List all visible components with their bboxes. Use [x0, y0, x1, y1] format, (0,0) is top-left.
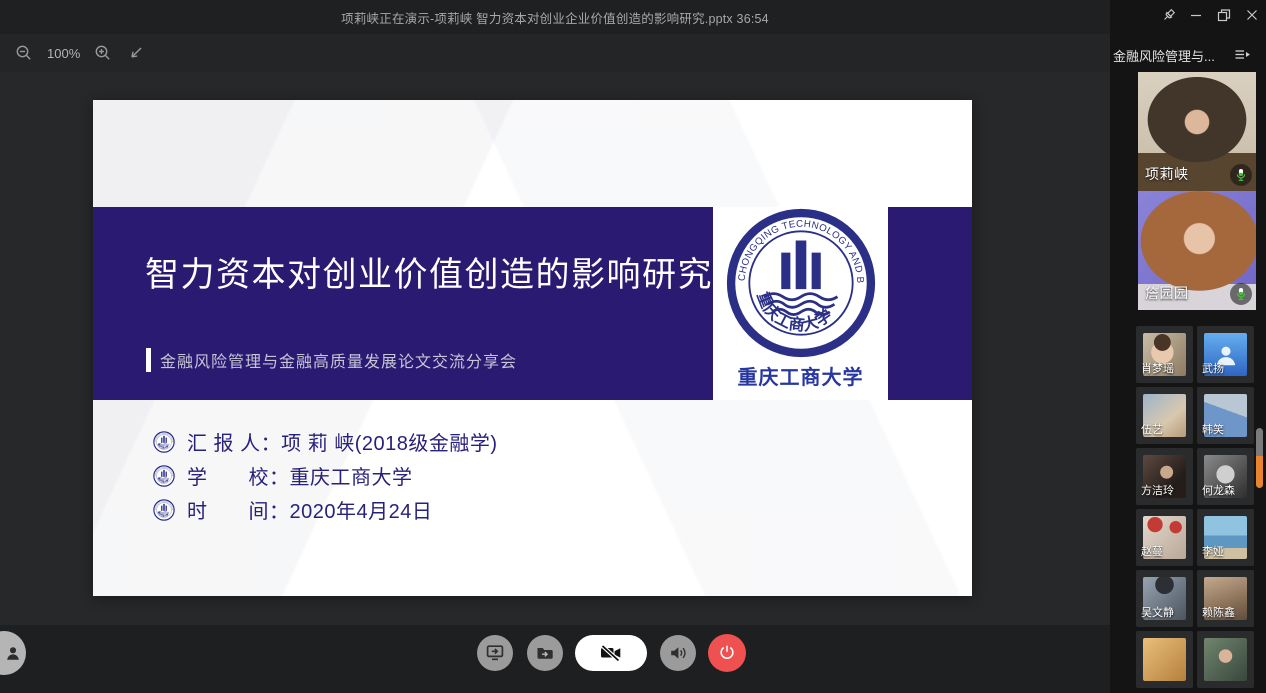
participant-name: 肖梦瑶	[1141, 360, 1174, 376]
share-screen-button[interactable]	[477, 635, 513, 671]
meeting-controls-bar	[0, 625, 1110, 693]
pin-button[interactable]	[1158, 4, 1178, 26]
participants-sidebar: 金融风险管理与... 项莉峡詹园园 肖梦瑶 武扬伍艺 韩笑方洁玲 何龙森赵蔓 李娅吴文静…	[1110, 0, 1266, 693]
participant-tile[interactable]: 武扬	[1197, 326, 1254, 383]
participant-tile[interactable]: 韩笑	[1197, 387, 1254, 444]
participant-name: 赵蔓	[1141, 543, 1163, 559]
participant-name: 吴文静	[1141, 604, 1174, 620]
slide-title: 智力资本对创业价值创造的影响研究	[145, 247, 713, 296]
university-name: 重庆工商大学	[738, 361, 864, 390]
participant-tile[interactable]: 吴文静	[1136, 570, 1193, 627]
fit-arrow-icon	[128, 45, 144, 61]
participants-scrollbar[interactable]	[1256, 428, 1263, 488]
list-item: 汇 报 人：项 莉 峡(2018级金融学)	[153, 430, 498, 453]
participant-name: 武扬	[1202, 360, 1224, 376]
meeting-window: 项莉峡正在演示-项莉峡 智力资本对创业企业价值创造的影响研究.pptx 36:5…	[0, 0, 1266, 693]
mic-glyph	[1235, 287, 1247, 301]
restore-button[interactable]	[1214, 4, 1234, 26]
date-line: 时 间：2020年4月24日	[187, 495, 432, 524]
slide-subtitle-row: 金融风险管理与金融高质量发展论文交流分享会	[146, 348, 517, 372]
restore-icon	[1217, 8, 1231, 22]
participant-tile[interactable]: 赵蔓	[1136, 509, 1193, 566]
list-item: 时 间：2020年4月24日	[153, 498, 498, 521]
university-seal-icon	[725, 207, 877, 359]
participant-name: 韩笑	[1202, 421, 1224, 437]
window-controls	[1158, 4, 1262, 26]
participant-tile[interactable]: 何龙森	[1197, 448, 1254, 505]
audio-button[interactable]	[660, 635, 696, 671]
folder-share-icon	[535, 643, 555, 663]
participant-name: 詹园园	[1145, 283, 1189, 303]
participant-tile[interactable]	[1197, 631, 1254, 688]
fit-to-window-button[interactable]	[126, 42, 146, 64]
member-button[interactable]	[0, 631, 26, 675]
mic-icon[interactable]	[1230, 164, 1252, 186]
list-menu-icon	[1234, 47, 1251, 62]
speaker-icon	[668, 643, 688, 663]
participant-avatar	[1143, 638, 1186, 681]
participant-tile[interactable]: 方洁玲	[1136, 448, 1193, 505]
main-column: 项莉峡正在演示-项莉峡 智力资本对创业企业价值创造的影响研究.pptx 36:5…	[0, 0, 1110, 693]
participant-name: 项莉峡	[1145, 164, 1189, 184]
school-line: 学 校：重庆工商大学	[187, 461, 413, 490]
share-screen-icon	[485, 643, 505, 663]
zoom-out-icon	[15, 44, 33, 62]
camera-off-icon	[598, 642, 624, 664]
zoom-level: 100%	[47, 46, 80, 61]
slide-info-list: 汇 报 人：项 莉 峡(2018级金融学) 学 校：重庆工商大学 时 间：202…	[153, 430, 498, 521]
mic-icon[interactable]	[1230, 283, 1252, 305]
zoom-in-button[interactable]	[93, 42, 113, 64]
zoom-in-icon	[94, 44, 112, 62]
participant-name: 方洁玲	[1141, 482, 1174, 498]
participant-tile[interactable]: 赖陈鑫	[1197, 570, 1254, 627]
presenter-line: 汇 报 人：项 莉 峡(2018级金融学)	[187, 427, 498, 456]
participant-tile[interactable]: 伍艺	[1136, 387, 1193, 444]
participant-grid: 肖梦瑶 武扬伍艺 韩笑方洁玲 何龙森赵蔓 李娅吴文静 赖陈鑫	[1136, 326, 1254, 688]
slide-subtitle: 金融风险管理与金融高质量发展论文交流分享会	[160, 348, 517, 372]
power-icon	[717, 643, 737, 663]
list-item: 学 校：重庆工商大学	[153, 464, 498, 487]
participant-name: 赖陈鑫	[1202, 604, 1235, 620]
participant-name: 何龙森	[1202, 482, 1235, 498]
minimize-icon	[1189, 8, 1203, 22]
end-meeting-button[interactable]	[708, 634, 746, 672]
participant-tile[interactable]	[1136, 631, 1193, 688]
share-file-button[interactable]	[527, 635, 563, 671]
camera-toggle-button[interactable]	[575, 635, 647, 671]
mic-glyph	[1235, 168, 1247, 182]
video-tile[interactable]: 项莉峡	[1138, 72, 1256, 191]
presentation-title: 项莉峡正在演示-项莉峡 智力资本对创业企业价值创造的影响研究.pptx 36:5…	[341, 8, 769, 27]
close-icon	[1245, 8, 1259, 22]
participant-tile[interactable]: 李娅	[1197, 509, 1254, 566]
participant-name: 伍艺	[1141, 421, 1163, 437]
person-icon	[4, 644, 22, 662]
participant-avatar	[1204, 638, 1247, 681]
university-logo-panel: 重庆工商大学	[713, 207, 888, 400]
video-tile[interactable]: 詹园园	[1138, 191, 1256, 310]
seal-bullet-icon	[153, 499, 175, 521]
zoom-out-button[interactable]	[14, 42, 34, 64]
participant-tile[interactable]: 肖梦瑶	[1136, 326, 1193, 383]
zoom-toolbar: 100%	[0, 34, 1110, 72]
minimize-button[interactable]	[1186, 4, 1206, 26]
close-button[interactable]	[1242, 4, 1262, 26]
pin-icon	[1161, 8, 1176, 23]
meeting-header: 金融风险管理与...	[1113, 44, 1263, 66]
featured-video-tiles: 项莉峡詹园园	[1138, 72, 1256, 310]
presentation-titlebar: 项莉峡正在演示-项莉峡 智力资本对创业企业价值创造的影响研究.pptx 36:5…	[0, 0, 1110, 34]
participant-list-button[interactable]	[1234, 47, 1251, 67]
slide-title-banner: 智力资本对创业价值创造的影响研究 金融风险管理与金融高质量发展论文交流分享会 重…	[93, 207, 972, 400]
seal-bullet-icon	[153, 465, 175, 487]
presentation-stage: 智力资本对创业价值创造的影响研究 金融风险管理与金融高质量发展论文交流分享会 重…	[0, 72, 1110, 625]
meeting-title: 金融风险管理与...	[1113, 46, 1215, 65]
seal-bullet-icon	[153, 431, 175, 453]
subtitle-bar	[146, 348, 151, 372]
participant-name: 李娅	[1202, 543, 1224, 559]
slide: 智力资本对创业价值创造的影响研究 金融风险管理与金融高质量发展论文交流分享会 重…	[93, 100, 972, 596]
